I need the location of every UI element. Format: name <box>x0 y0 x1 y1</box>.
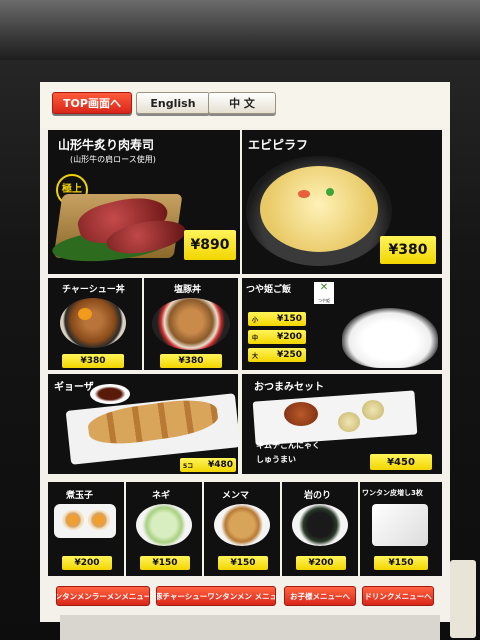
chashu-bowl-image <box>60 298 126 348</box>
size-large-price: 大 ¥250 <box>248 348 306 362</box>
size-medium-price: 中 ¥200 <box>248 330 306 344</box>
drink-menu-button[interactable]: ドリンクメニューへ <box>362 586 434 606</box>
size-label: 中 <box>252 334 259 342</box>
kids-menu-button[interactable]: お子様メニューへ <box>284 586 356 606</box>
item-name: ネギ <box>152 491 171 501</box>
kiosk-lower-frame <box>60 615 440 640</box>
accessibility-sidebox <box>450 560 476 638</box>
price-value: ¥480 <box>207 460 233 470</box>
item-yamagata-sushi[interactable]: 山形牛炙り肉寿司 (山形牛の肩ロース使用) 極上 ¥890 <box>48 130 240 274</box>
english-button[interactable]: English <box>136 92 210 114</box>
egg-image <box>62 510 84 530</box>
chinese-button[interactable]: 中 文 <box>208 92 276 114</box>
topping-wonton-skin[interactable]: ワンタン皮増し3枚 ¥150 <box>360 482 442 576</box>
item-otsumami-set[interactable]: おつまみセット キムチこんにゃく しゅうまい ¥450 <box>242 374 442 474</box>
kimchi-konnyaku-image <box>284 402 318 426</box>
size-price: ¥200 <box>276 332 302 342</box>
price-tag: ¥150 <box>374 556 428 570</box>
size-label: 小 <box>252 316 259 324</box>
topping-menma[interactable]: メンマ ¥150 <box>204 482 280 576</box>
size-price: ¥150 <box>276 314 302 324</box>
topping-negi[interactable]: ネギ ¥150 <box>126 482 202 576</box>
gyoza-sauce-image <box>90 384 130 404</box>
item-name: 塩豚丼 <box>174 285 202 295</box>
kinkabuta-menu-button[interactable]: 金華豚チャーシューワンタンメン メニューへ <box>156 586 276 606</box>
price-tag: 5コ ¥480 <box>180 458 236 472</box>
item-ebi-pilaf[interactable]: エビピラフ ¥380 <box>242 130 442 274</box>
iwanori-bowl-image <box>292 504 348 546</box>
price-tag: ¥380 <box>62 354 124 368</box>
rice-bowl-image <box>342 308 438 368</box>
tsuyahime-logo-icon: ✕ つや姫 <box>314 282 334 304</box>
item-tsuyahime-rice[interactable]: つや姫ご飯 ✕ つや姫 小 ¥150 中 ¥200 大 ¥250 <box>242 278 442 370</box>
otsumami-plate-image <box>252 390 418 446</box>
price-tag: ¥150 <box>218 556 268 570</box>
item-name: つや姫ご飯 <box>246 285 292 295</box>
shumai-image <box>338 412 360 432</box>
item-gyoza[interactable]: ギョーザ 5コ ¥480 <box>48 374 241 474</box>
top-bar: TOP画面へ English 中 文 <box>40 82 450 128</box>
pilaf-pea-image <box>326 188 334 196</box>
size-label: 大 <box>252 352 259 360</box>
wantanmen-menu-button[interactable]: ワンタンメンラーメンメニューへ <box>56 586 150 606</box>
item-subtitle: (山形牛の肩ロース使用) <box>70 155 156 164</box>
price-tag: ¥380 <box>160 354 222 368</box>
egg-image-2 <box>88 510 110 530</box>
pilaf-shrimp-image <box>298 190 310 198</box>
price-tag: ¥150 <box>140 556 190 570</box>
item-desc-2: しゅうまい <box>256 455 296 464</box>
item-chashu-don[interactable]: チャーシュー丼 ¥380 <box>48 278 142 370</box>
item-name: 山形牛炙り肉寿司 <box>58 138 155 152</box>
price-tag: ¥200 <box>62 556 112 570</box>
size-price: ¥250 <box>276 350 302 360</box>
count-label: 5コ <box>183 462 194 470</box>
price-tag: ¥380 <box>380 236 436 264</box>
price-tag: ¥200 <box>296 556 346 570</box>
kiosk-bezel-top <box>0 0 480 60</box>
size-small-price: 小 ¥150 <box>248 312 306 326</box>
pilaf-rice-image <box>260 166 378 252</box>
item-name: ギョーザ <box>54 382 94 393</box>
item-desc-1: キムチこんにゃく <box>256 441 320 450</box>
egg-yolk-image <box>78 308 92 320</box>
price-tag: ¥450 <box>370 454 432 470</box>
negi-bowl-image <box>136 504 192 546</box>
shumai-image-2 <box>362 400 384 420</box>
logo-label: つや姫 <box>318 298 330 303</box>
item-name: ワンタン皮増し3枚 <box>362 489 423 497</box>
menma-bowl-image <box>214 504 270 546</box>
top-screen-button[interactable]: TOP画面へ <box>52 92 132 114</box>
topping-iwanori[interactable]: 岩のり ¥200 <box>282 482 358 576</box>
item-name: エビピラフ <box>248 138 309 152</box>
shiobuta-bowl-image <box>152 298 230 350</box>
wonton-skin-image <box>372 504 428 546</box>
item-name: 煮玉子 <box>66 491 94 501</box>
item-name: チャーシュー丼 <box>62 285 125 295</box>
item-shiobuta-don[interactable]: 塩豚丼 ¥380 <box>144 278 238 370</box>
kiosk-screen: TOP画面へ English 中 文 山形牛炙り肉寿司 (山形牛の肩ロース使用)… <box>40 82 450 622</box>
price-tag: ¥890 <box>184 230 236 260</box>
item-name: おつまみセット <box>254 382 324 393</box>
item-name: メンマ <box>222 491 250 501</box>
topping-nitamago[interactable]: 煮玉子 ¥200 <box>48 482 124 576</box>
item-name: 岩のり <box>304 491 332 501</box>
